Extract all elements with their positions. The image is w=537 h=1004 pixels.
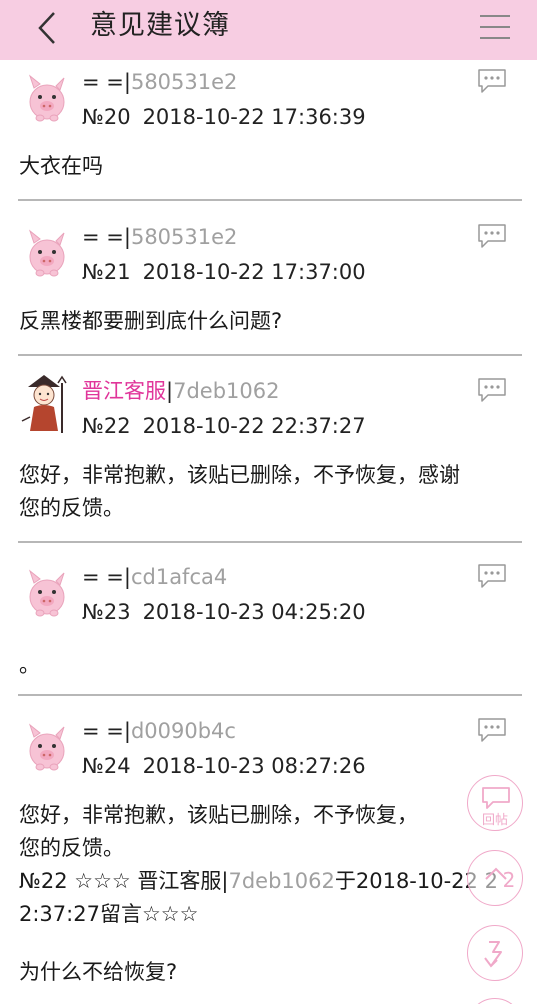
author-id: cd1afca4 — [130, 565, 228, 589]
post-content: 大衣在吗 — [19, 154, 103, 178]
content-line: 您好，非常抱歉，该贴已删除，不予恢复，感谢 — [19, 463, 460, 487]
floor-number: №24 — [82, 754, 131, 778]
quote-line: 2:37:27留言☆☆☆ — [19, 902, 199, 926]
author-line: = =|580531e2 — [82, 69, 237, 95]
content-line: 您的反馈。 — [19, 836, 124, 860]
author-separator: | — [123, 225, 131, 249]
reply-text: 为什么不给恢复? — [19, 960, 178, 984]
hamburger-menu-icon[interactable] — [478, 13, 512, 41]
post-meta: №22 2018-10-22 22:37:27 — [82, 413, 378, 439]
floor-number: №23 — [82, 600, 131, 624]
divider — [18, 541, 522, 543]
post-time: 2018-10-23 04:25:20 — [142, 600, 366, 624]
author-name[interactable]: = = — [82, 70, 124, 94]
post-meta: №23 2018-10-23 04:25:20 — [82, 599, 378, 625]
author-id: 580531e2 — [130, 70, 238, 94]
author-name[interactable]: 晋江客服 — [82, 379, 166, 403]
floor-number: №22 — [82, 414, 131, 438]
comment-icon[interactable] — [476, 223, 508, 249]
content-line: 您的反馈。 — [19, 496, 124, 520]
refresh-icon — [484, 941, 502, 968]
post-meta: №21 2018-10-22 17:37:00 — [82, 259, 378, 285]
content-line: 您好，非常抱歉，该贴已删除，不予恢复， — [19, 803, 418, 827]
post-content: 您好，非常抱歉，该贴已删除，不予恢复， 您的反馈。 №22 ☆☆☆ 晋江客服|7… — [19, 799, 519, 989]
reply-fab-label: 回帖 — [481, 813, 508, 828]
chat-bubble-icon — [482, 787, 510, 809]
scroll-top-fab-button[interactable]: 2 — [467, 850, 523, 906]
comment-icon[interactable] — [476, 717, 508, 743]
author-name[interactable]: = = — [82, 565, 124, 589]
extra-fab-button[interactable] — [467, 998, 523, 1004]
comment-icon[interactable] — [476, 377, 508, 403]
post-content: 反黑楼都要删到底什么问题? — [19, 309, 283, 333]
comment-icon[interactable] — [476, 563, 508, 589]
pig-avatar-icon[interactable] — [20, 717, 70, 773]
author-separator: | — [123, 719, 131, 743]
author-id: 580531e2 — [130, 225, 238, 249]
author-separator: | — [123, 565, 131, 589]
page-title: 意见建议簿 — [90, 10, 230, 41]
pig-avatar-icon[interactable] — [20, 68, 70, 124]
author-line: = =|580531e2 — [82, 224, 237, 250]
post-meta: №20 2018-10-22 17:36:39 — [82, 104, 378, 130]
divider — [18, 694, 522, 696]
staff-avatar-icon[interactable] — [18, 373, 70, 435]
post-content: 。 — [19, 653, 40, 677]
post-time: 2018-10-22 22:37:27 — [142, 414, 366, 438]
author-name[interactable]: = = — [82, 719, 124, 743]
quote-author-id: 7deb1062 — [228, 869, 335, 893]
author-line: 晋江客服|7deb1062 — [82, 378, 279, 404]
quote-line: №22 ☆☆☆ 晋江客服|7deb1062于2018-10-22 2 — [19, 865, 519, 898]
post-time: 2018-10-22 17:36:39 — [142, 105, 366, 129]
scroll-top-fab-label: 2 — [502, 868, 516, 892]
comment-icon[interactable] — [476, 68, 508, 94]
refresh-fab-button[interactable] — [467, 925, 523, 981]
chevron-left-icon[interactable] — [34, 8, 64, 48]
post-time: 2018-10-22 17:37:00 — [142, 260, 366, 284]
author-separator: | — [123, 70, 131, 94]
divider — [18, 199, 522, 201]
floor-number: №21 — [82, 260, 131, 284]
author-line: = =|d0090b4c — [82, 718, 236, 744]
pig-avatar-icon[interactable] — [20, 223, 70, 279]
floor-number: №20 — [82, 105, 131, 129]
post-content: 您好，非常抱歉，该贴已删除，不予恢复，感谢 您的反馈。 — [19, 459, 519, 525]
post-time: 2018-10-23 08:27:26 — [142, 754, 366, 778]
author-id: d0090b4c — [130, 719, 236, 743]
author-id: 7deb1062 — [173, 379, 280, 403]
author-name[interactable]: = = — [82, 225, 124, 249]
post-meta: №24 2018-10-23 08:27:26 — [82, 753, 378, 779]
divider — [18, 354, 522, 356]
top-bar: 意见建议簿 — [0, 0, 537, 60]
pig-avatar-icon[interactable] — [20, 563, 70, 619]
quote-prefix: №22 ☆☆☆ 晋江客服| — [19, 869, 229, 893]
author-line: = =|cd1afca4 — [82, 564, 227, 590]
reply-fab-button[interactable]: 回帖 — [467, 775, 523, 831]
